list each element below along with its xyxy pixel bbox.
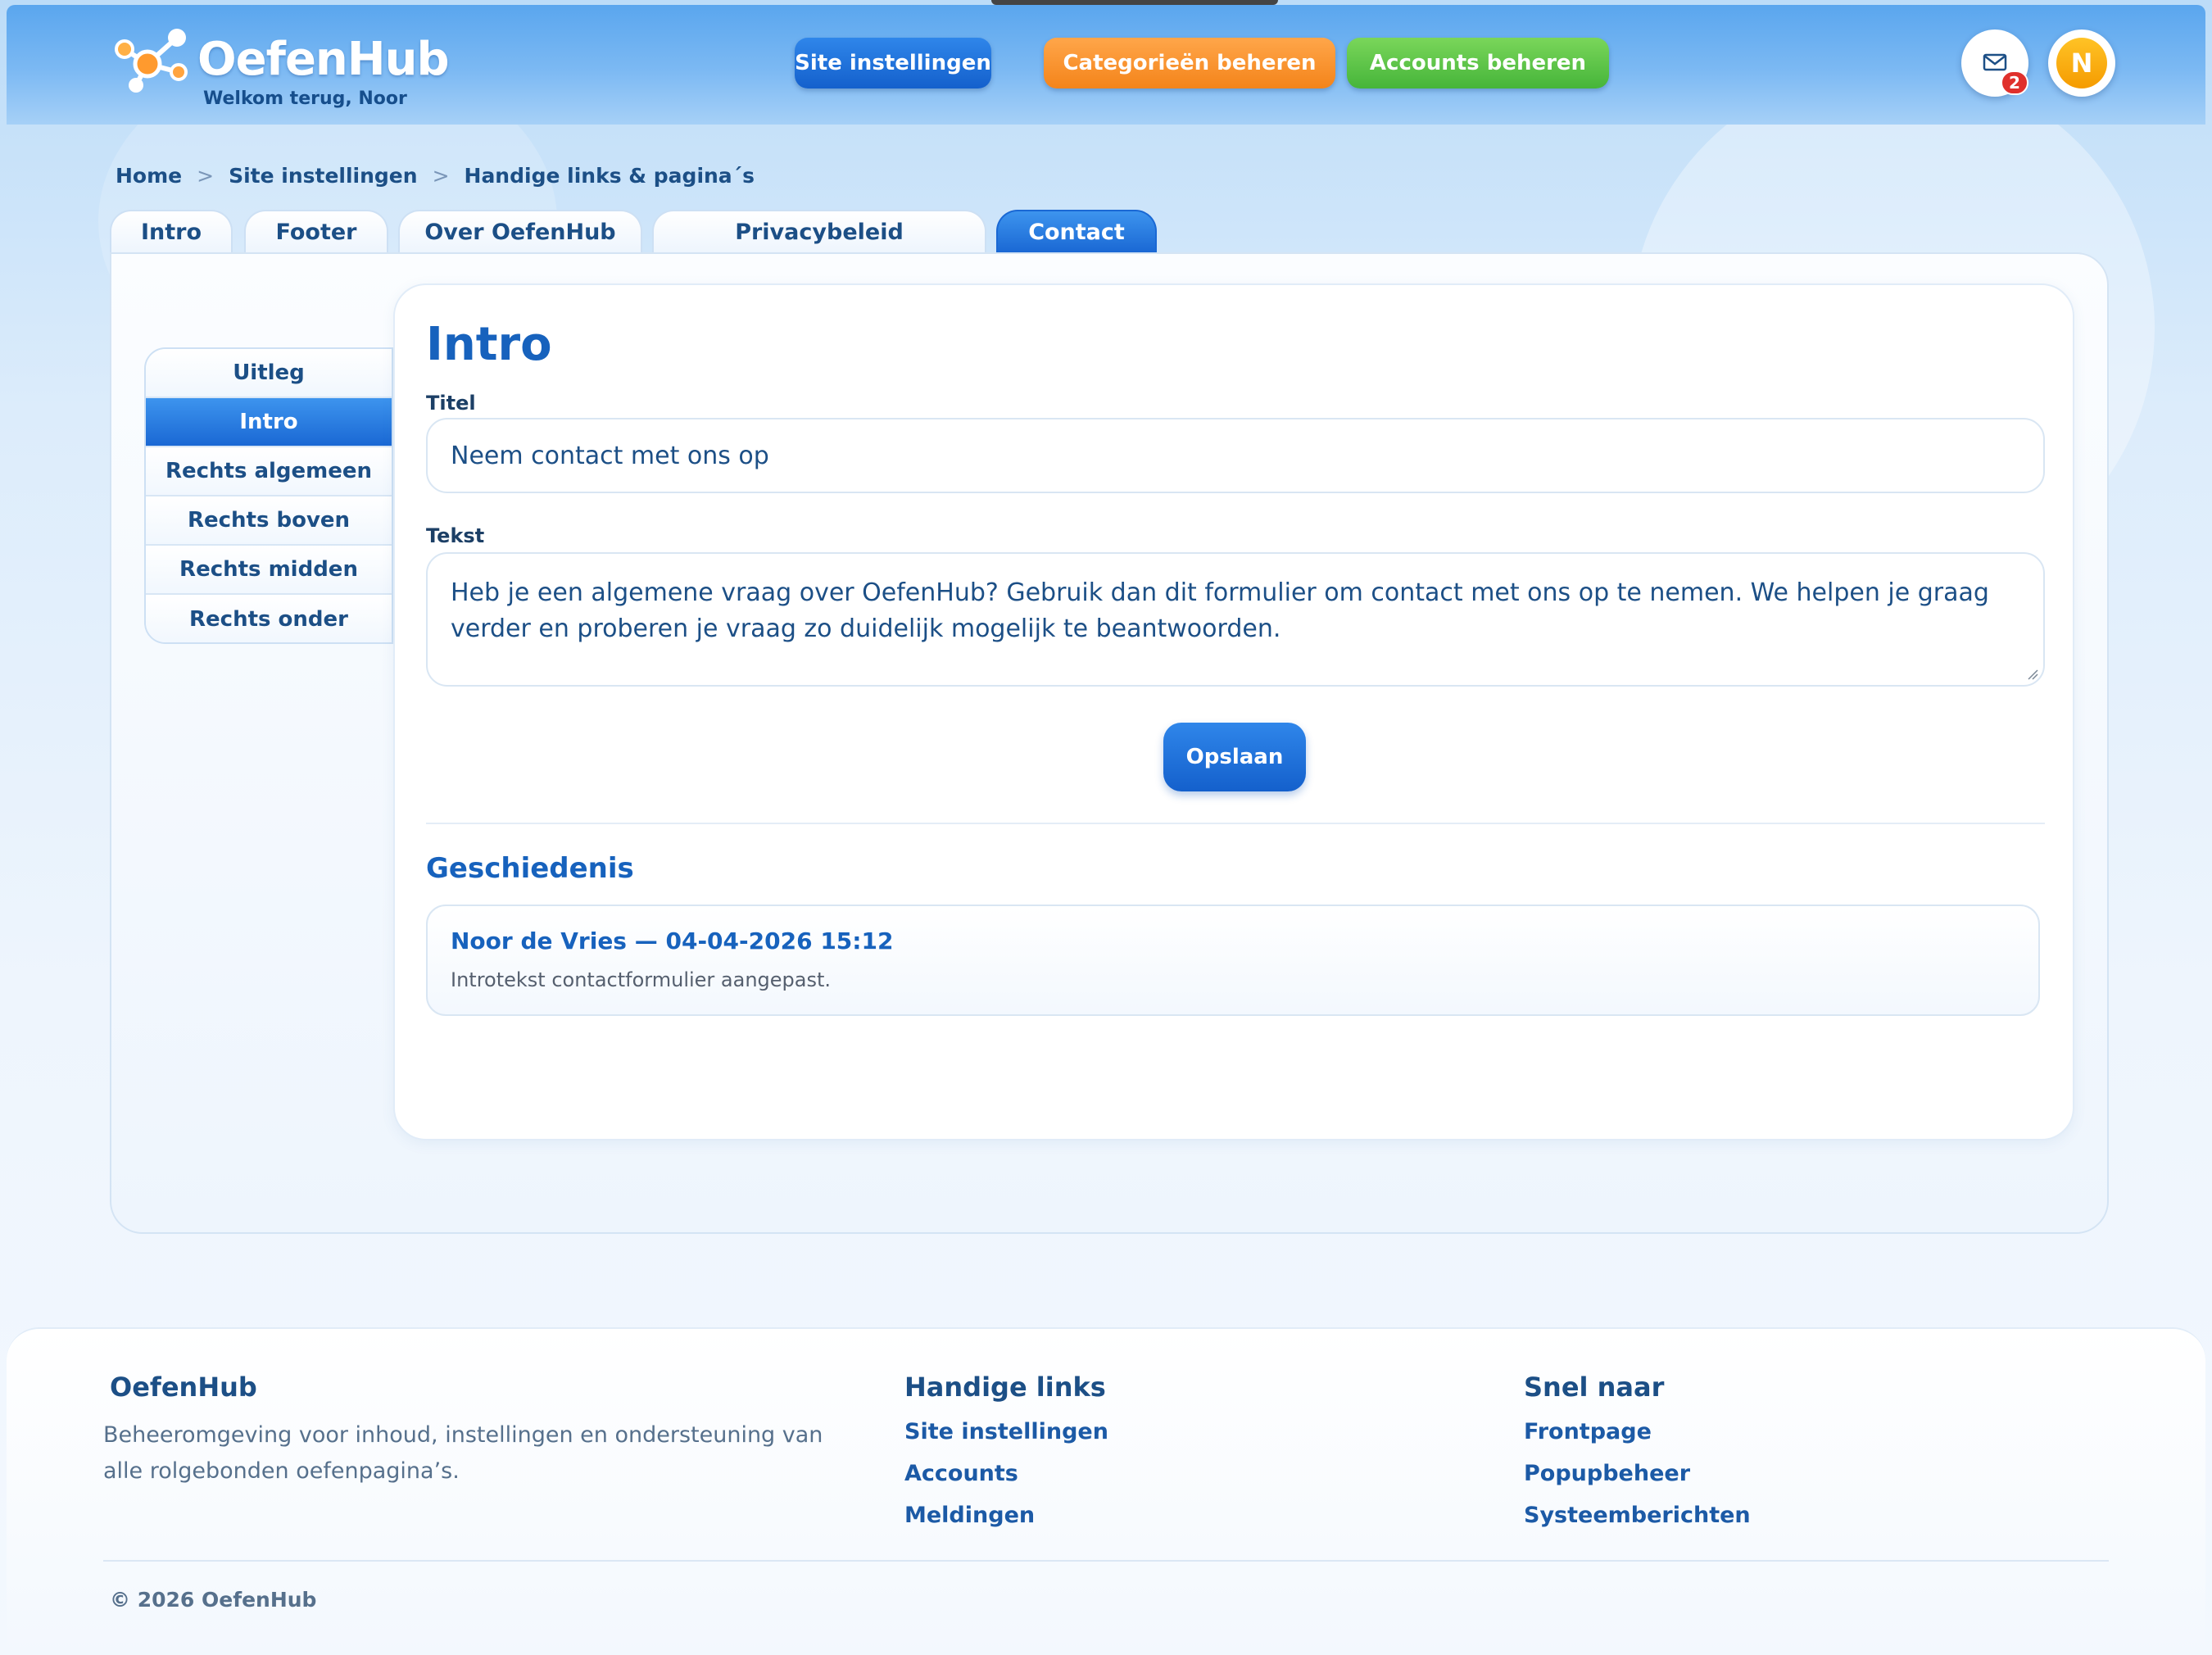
- breadcrumb: Home > Site instellingen > Handige links…: [116, 164, 755, 188]
- footer-link-meldingen[interactable]: Meldingen: [904, 1503, 1035, 1528]
- save-button[interactable]: Opslaan: [1163, 723, 1306, 791]
- menu-item-rechts-onder[interactable]: Rechts onder: [146, 595, 392, 642]
- section-menu: Uitleg Intro Rechts algemeen Rechts bove…: [144, 347, 393, 644]
- brand-name: OefenHub: [197, 33, 450, 86]
- history-title: Geschiedenis: [426, 852, 634, 885]
- footer-divider: [103, 1560, 2109, 1562]
- divider: [426, 823, 2045, 824]
- history-author-date: Noor de Vries — 04-04-2026 15:12: [451, 927, 894, 954]
- breadcrumb-site-settings[interactable]: Site instellingen: [229, 164, 418, 188]
- menu-item-uitleg[interactable]: Uitleg: [146, 349, 392, 398]
- footer-link-systeemberichten[interactable]: Systeemberichten: [1524, 1503, 1751, 1528]
- logo-molecule-icon: [115, 29, 188, 93]
- manage-categories-button[interactable]: Categorieën beheren: [1044, 38, 1335, 88]
- footer-description: Beheeromgeving voor inhoud, instellingen…: [103, 1422, 823, 1484]
- text-textarea[interactable]: Heb je een algemene vraag over OefenHub?…: [426, 552, 2045, 687]
- resize-grip-icon[interactable]: [2027, 669, 2038, 680]
- menu-item-rechts-boven[interactable]: Rechts boven: [146, 496, 392, 546]
- copyright: © 2026 OefenHub: [110, 1588, 317, 1612]
- footer-link-site-settings[interactable]: Site instellingen: [904, 1419, 1108, 1444]
- site-settings-button[interactable]: Site instellingen: [795, 38, 991, 88]
- menu-item-rechts-algemeen[interactable]: Rechts algemeen: [146, 447, 392, 496]
- title-input[interactable]: Neem contact met ons op: [426, 418, 2045, 493]
- unread-count-badge: 2: [2001, 70, 2028, 95]
- tab-over-oefenhub[interactable]: Over OefenHub: [398, 210, 642, 252]
- tab-intro[interactable]: Intro: [110, 210, 233, 252]
- breadcrumb-separator: >: [432, 164, 450, 188]
- text-value: Heb je een algemene vraag over OefenHub?…: [451, 578, 1989, 643]
- history-item: Noor de Vries — 04-04-2026 15:12 Introte…: [426, 905, 2040, 1016]
- footer-link-popupbeheer[interactable]: Popupbeheer: [1524, 1461, 1690, 1486]
- section-title: Intro: [426, 318, 552, 371]
- messages-button[interactable]: 2: [1961, 29, 2028, 97]
- edit-card: Intro Titel Neem contact met ons op Teks…: [393, 283, 2074, 1140]
- title-label: Titel: [426, 392, 476, 415]
- footer-link-accounts[interactable]: Accounts: [904, 1461, 1018, 1486]
- welcome-text: Welkom terug, Noor: [203, 88, 407, 109]
- text-label: Tekst: [426, 524, 485, 547]
- avatar: N: [2056, 38, 2107, 88]
- history-note: Introtekst contactformulier aangepast.: [451, 968, 832, 991]
- tab-footer[interactable]: Footer: [244, 210, 388, 252]
- manage-accounts-button[interactable]: Accounts beheren: [1347, 38, 1609, 88]
- tab-contact[interactable]: Contact: [996, 210, 1157, 252]
- footer-link-frontpage[interactable]: Frontpage: [1524, 1419, 1652, 1444]
- logo[interactable]: OefenHub Welkom terug, Noor: [113, 21, 450, 111]
- breadcrumb-home[interactable]: Home: [116, 164, 182, 188]
- breadcrumb-separator: >: [197, 164, 215, 188]
- tab-privacybeleid[interactable]: Privacybeleid: [652, 210, 986, 252]
- footer: [7, 1327, 2205, 1655]
- menu-item-rechts-midden[interactable]: Rechts midden: [146, 546, 392, 595]
- user-avatar-button[interactable]: N: [2048, 29, 2115, 97]
- mail-icon: [1983, 53, 2007, 71]
- header: OefenHub Welkom terug, Noor Site instell…: [7, 5, 2205, 125]
- footer-brand-title: OefenHub: [110, 1372, 257, 1403]
- breadcrumb-current: Handige links & pagina´s: [464, 164, 755, 188]
- footer-links-title: Handige links: [904, 1372, 1106, 1403]
- footer-quick-title: Snel naar: [1524, 1372, 1665, 1403]
- menu-item-intro[interactable]: Intro: [146, 398, 392, 447]
